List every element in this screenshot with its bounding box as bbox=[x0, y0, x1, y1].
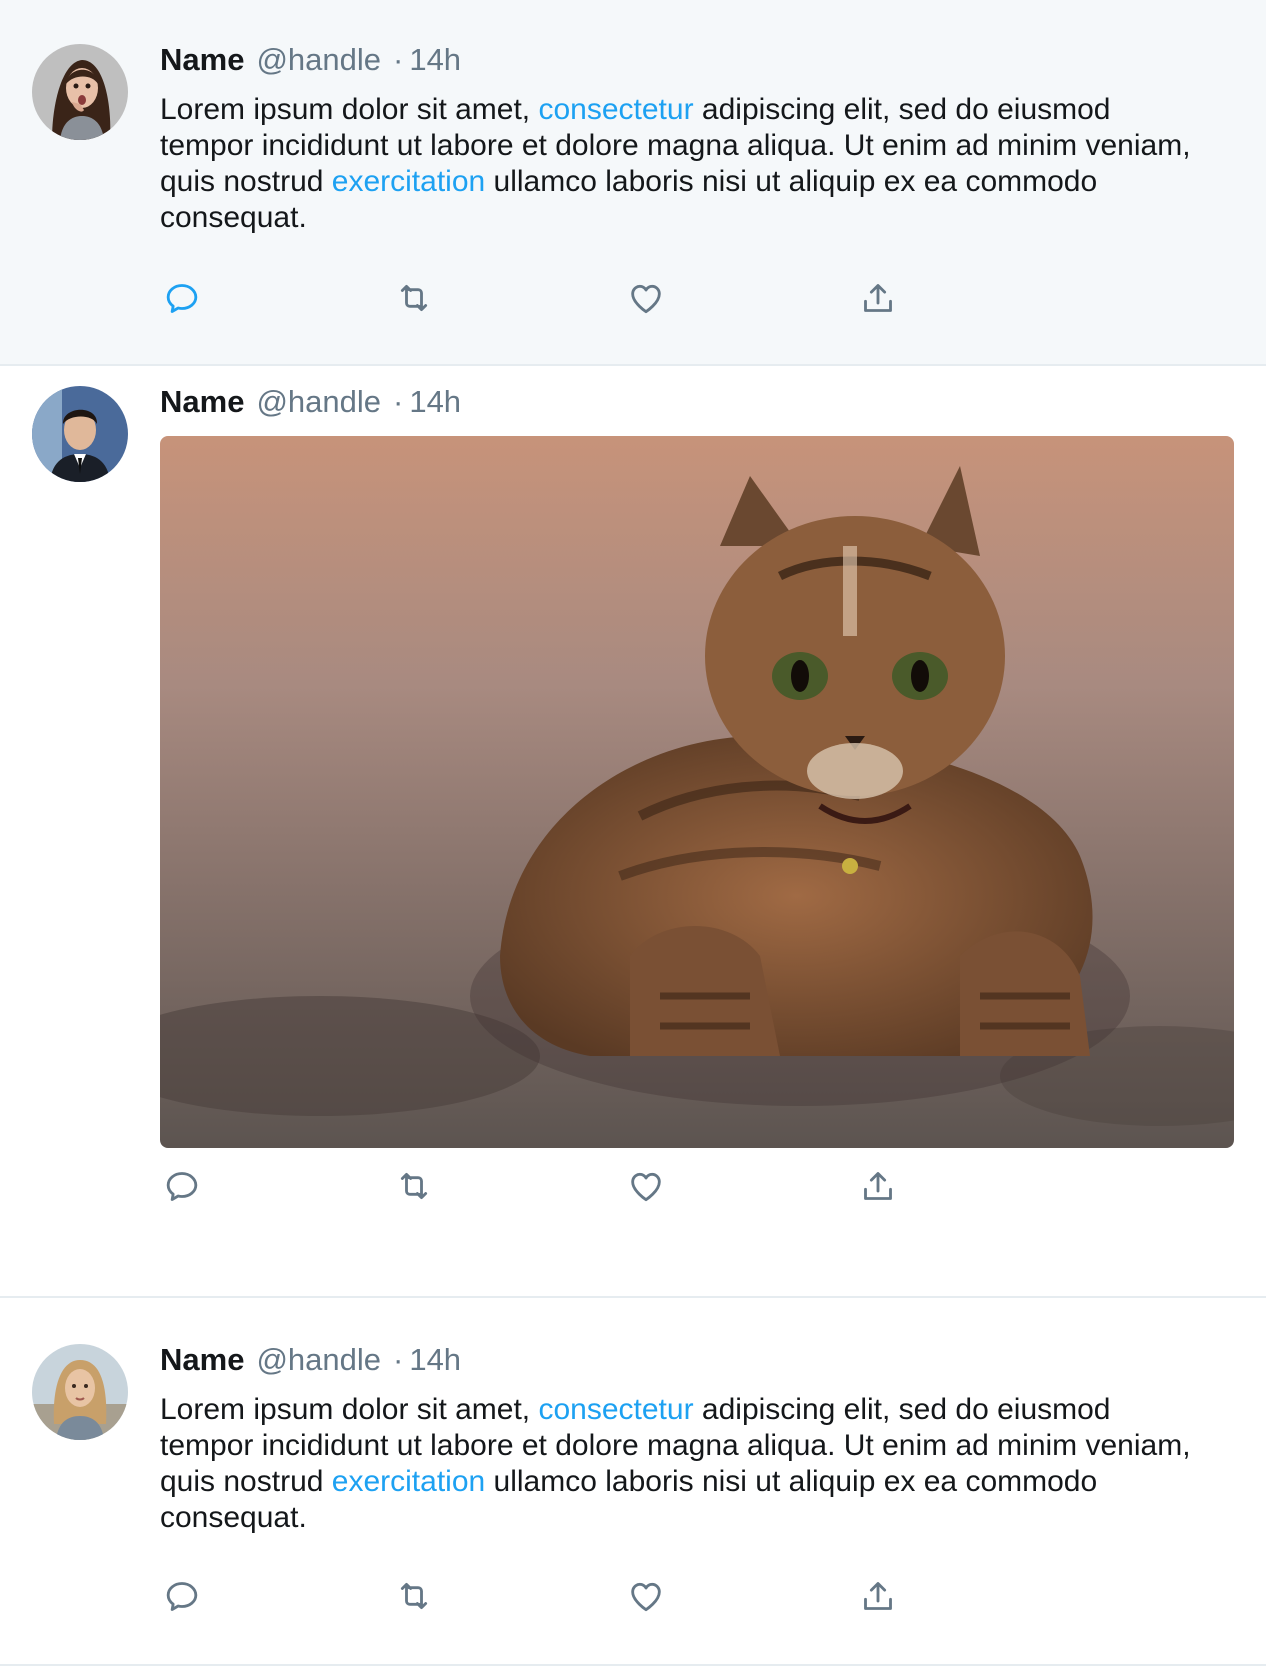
like-icon bbox=[631, 284, 661, 314]
like-button[interactable] bbox=[624, 276, 668, 320]
reply-icon bbox=[166, 1172, 198, 1201]
tweet-text: Lorem ipsum dolor sit amet, consectetur … bbox=[160, 1392, 1200, 1536]
tweet-body: Name @handle · 14h Lorem ipsum dolor sit am… bbox=[160, 42, 1234, 236]
meta-separator: · bbox=[393, 384, 404, 419]
tweet[interactable]: Name @handle · 14h Lorem ipsum dolor sit am… bbox=[0, 0, 1266, 366]
text-segment: Lorem ipsum dolor sit amet, bbox=[160, 93, 539, 126]
reply-button[interactable] bbox=[160, 1164, 204, 1208]
like-icon bbox=[631, 1582, 661, 1612]
retweet-button[interactable] bbox=[392, 276, 436, 320]
timestamp[interactable]: 14h bbox=[409, 42, 461, 77]
like-button[interactable] bbox=[624, 1164, 668, 1208]
timestamp[interactable]: 14h bbox=[409, 1342, 461, 1377]
avatar-image bbox=[32, 1344, 128, 1440]
tweet[interactable]: Name @handle · 14h Lorem ipsum dolor sit am… bbox=[0, 1298, 1266, 1666]
tweet-actions bbox=[160, 1574, 920, 1618]
like-icon bbox=[631, 1172, 661, 1202]
retweet-button[interactable] bbox=[392, 1574, 436, 1618]
author-name[interactable]: Name bbox=[160, 42, 244, 77]
share-button[interactable] bbox=[856, 276, 900, 320]
avatar-image bbox=[32, 386, 128, 482]
tweet-header: Name @handle · 14h bbox=[160, 384, 1234, 420]
author-handle[interactable]: @handle bbox=[256, 384, 381, 419]
avatar[interactable] bbox=[32, 1344, 128, 1440]
tweet-text: Lorem ipsum dolor sit amet, consectetur … bbox=[160, 92, 1200, 236]
reply-button[interactable] bbox=[160, 276, 204, 320]
text-link[interactable]: consectetur bbox=[538, 1393, 693, 1426]
author-name[interactable]: Name bbox=[160, 384, 244, 419]
reply-icon bbox=[166, 284, 198, 313]
tweet-media[interactable] bbox=[160, 436, 1234, 1148]
retweet-icon bbox=[400, 284, 428, 312]
author-name[interactable]: Name bbox=[160, 1342, 244, 1377]
tweet-body: Name @handle · 14h bbox=[160, 384, 1234, 1148]
tweet-header: Name @handle · 14h bbox=[160, 1342, 1234, 1378]
timestamp[interactable]: 14h bbox=[409, 384, 461, 419]
text-segment: Lorem ipsum dolor sit amet, bbox=[160, 1393, 539, 1426]
tweet-header: Name @handle · 14h bbox=[160, 42, 1234, 78]
share-button[interactable] bbox=[856, 1164, 900, 1208]
tweet-feed: Name @handle · 14h Lorem ipsum dolor sit am… bbox=[0, 0, 1266, 1666]
retweet-button[interactable] bbox=[392, 1164, 436, 1208]
kitten-photo bbox=[160, 436, 1234, 1148]
text-link[interactable]: exercitation bbox=[332, 1465, 485, 1498]
reply-icon bbox=[166, 1582, 198, 1611]
author-handle[interactable]: @handle bbox=[256, 1342, 381, 1377]
author-handle[interactable]: @handle bbox=[256, 42, 381, 77]
tweet[interactable]: Name @handle · 14h bbox=[0, 366, 1266, 1298]
text-link[interactable]: consectetur bbox=[538, 93, 693, 126]
like-button[interactable] bbox=[624, 1574, 668, 1618]
tweet-actions bbox=[160, 276, 920, 320]
avatar[interactable] bbox=[32, 44, 128, 140]
tweet-body: Name @handle · 14h Lorem ipsum dolor sit am… bbox=[160, 1342, 1234, 1536]
text-link[interactable]: exercitation bbox=[332, 165, 485, 198]
avatar[interactable] bbox=[32, 386, 128, 482]
share-icon bbox=[864, 284, 892, 312]
share-button[interactable] bbox=[856, 1574, 900, 1618]
share-icon bbox=[864, 1582, 892, 1610]
meta-separator: · bbox=[393, 42, 404, 77]
share-icon bbox=[864, 1172, 892, 1200]
tweet-actions bbox=[160, 1164, 920, 1208]
avatar-image bbox=[32, 44, 128, 140]
meta-separator: · bbox=[393, 1342, 404, 1377]
reply-button[interactable] bbox=[160, 1574, 204, 1618]
retweet-icon bbox=[400, 1582, 428, 1610]
retweet-icon bbox=[400, 1172, 428, 1200]
